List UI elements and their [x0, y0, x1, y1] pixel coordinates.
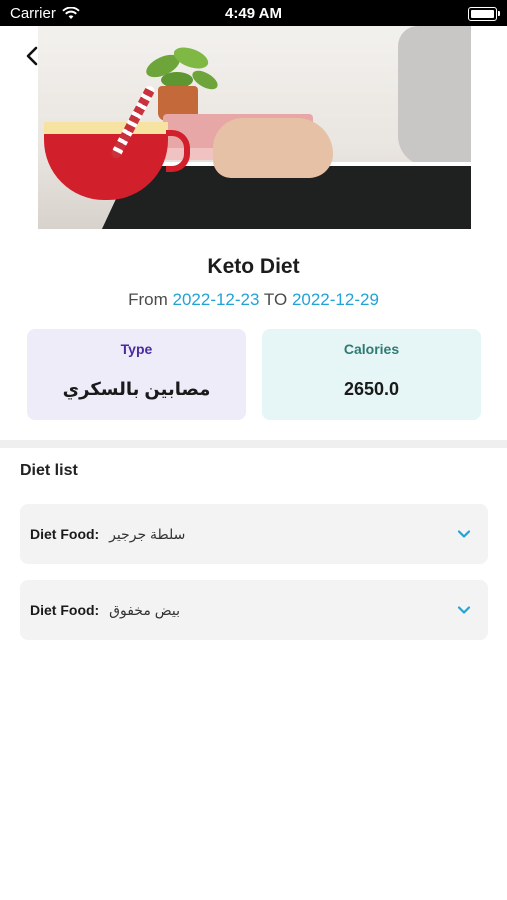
calories-card: Calories 2650.0: [262, 329, 481, 420]
diet-title: Keto Diet: [207, 255, 300, 278]
status-time: 4:49 AM: [225, 5, 282, 22]
type-card-value: مصابين بالسكري: [62, 379, 211, 399]
chevron-left-icon: [26, 46, 38, 66]
calories-card-label: Calories: [343, 341, 400, 357]
hero-hand: [213, 118, 333, 178]
chevron-down-icon[interactable]: [456, 526, 472, 542]
diet-list-title: Diet list: [20, 462, 78, 479]
calories-card-value: 2650.0: [343, 379, 400, 399]
diet-item-text: Diet Food: بيض مخفوق: [30, 602, 180, 619]
to-date: 2022-12-29: [291, 290, 379, 309]
diet-item-value: سلطة جرجير: [109, 526, 186, 542]
diet-item-key: Diet Food:: [30, 602, 100, 618]
to-label: TO: [263, 290, 288, 309]
type-card: Type مصابين بالسكري: [27, 329, 246, 420]
type-card-label: Type: [120, 341, 153, 357]
from-label: From: [128, 290, 168, 309]
diet-list-item[interactable]: Diet Food: سلطة جرجير: [20, 504, 488, 564]
date-range: From 2022-12-23 TO 2022-12-29: [0, 290, 507, 310]
chevron-down-icon[interactable]: [456, 602, 472, 618]
diet-hero-image: [38, 26, 471, 229]
diet-item-value: بيض مخفوق: [109, 602, 180, 618]
from-date: 2022-12-23: [172, 290, 260, 309]
hero-sleeve: [398, 26, 471, 166]
diet-list-item[interactable]: Diet Food: بيض مخفوق: [20, 580, 488, 640]
battery-icon: [468, 7, 500, 21]
diet-item-key: Diet Food:: [30, 526, 100, 542]
section-divider: [0, 440, 507, 448]
diet-item-text: Diet Food: سلطة جرجير: [30, 526, 185, 543]
status-bar: Carrier 4:49 AM: [0, 0, 507, 26]
back-button[interactable]: [20, 44, 44, 68]
